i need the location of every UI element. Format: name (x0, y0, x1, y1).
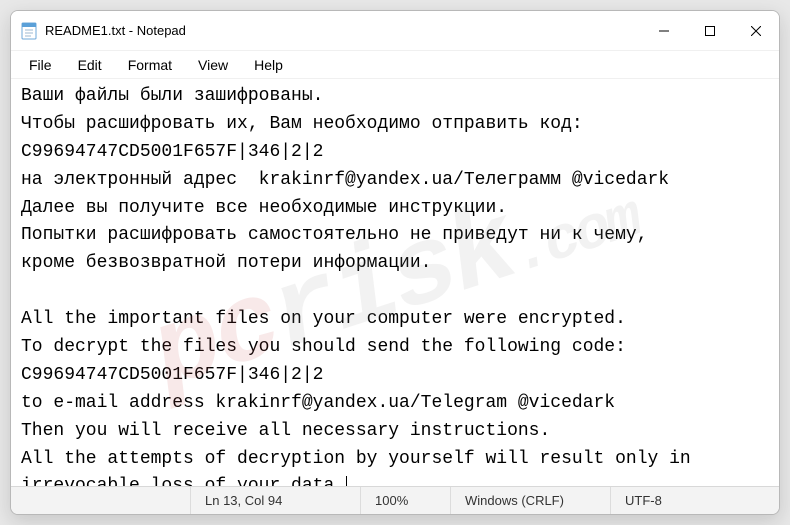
titlebar: README1.txt - Notepad (11, 11, 779, 51)
statusbar: Ln 13, Col 94 100% Windows (CRLF) UTF-8 (11, 486, 779, 514)
window-title: README1.txt - Notepad (45, 23, 186, 38)
menu-file[interactable]: File (17, 54, 64, 76)
status-lncol: Ln 13, Col 94 (191, 487, 361, 514)
document-text: Ваши файлы были зашифрованы. Чтобы расши… (21, 86, 702, 486)
close-button[interactable] (733, 11, 779, 51)
status-zoom: 100% (361, 487, 451, 514)
maximize-button[interactable] (687, 11, 733, 51)
menubar: File Edit Format View Help (11, 51, 779, 79)
notepad-window: README1.txt - Notepad File Edit Format V… (10, 10, 780, 515)
menu-view[interactable]: View (186, 54, 240, 76)
minimize-button[interactable] (641, 11, 687, 51)
status-lead (11, 487, 191, 514)
menu-help[interactable]: Help (242, 54, 295, 76)
text-area[interactable]: Ваши файлы были зашифрованы. Чтобы расши… (11, 79, 779, 486)
text-caret (346, 476, 347, 486)
menu-edit[interactable]: Edit (66, 54, 114, 76)
menu-format[interactable]: Format (116, 54, 184, 76)
status-eol: Windows (CRLF) (451, 487, 611, 514)
status-encoding: UTF-8 (611, 487, 779, 514)
notepad-icon (21, 22, 37, 40)
